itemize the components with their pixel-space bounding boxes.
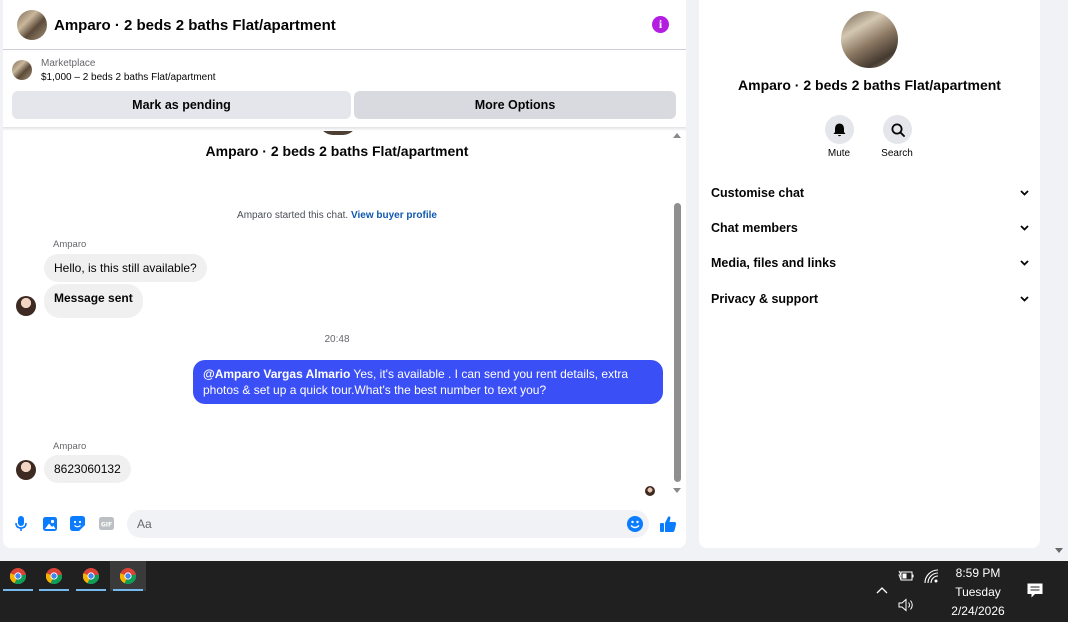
chat-started-text: Amparo started this chat.: [237, 210, 349, 221]
listing-photo[interactable]: [841, 11, 898, 68]
clock-time[interactable]: 8:59 PM: [945, 566, 1011, 580]
chat-info-panel: Amparo · 2 beds 2 baths Flat/apartment M…: [699, 0, 1040, 548]
taskbar-chrome-window[interactable]: [36, 561, 72, 591]
sticker-icon[interactable]: [70, 516, 85, 531]
scroll-down-arrow-icon[interactable]: [673, 488, 681, 493]
chevron-down-icon: [1020, 190, 1029, 196]
battery-charging-icon[interactable]: [898, 570, 914, 582]
chrome-icon: [10, 568, 26, 584]
message-input[interactable]: [127, 510, 649, 538]
chat-title[interactable]: Amparo · 2 beds 2 baths Flat/apartment: [54, 17, 336, 34]
incoming-message[interactable]: 8623060132: [44, 455, 131, 483]
info-icon[interactable]: i: [652, 16, 669, 33]
notification-center-icon[interactable]: [1027, 583, 1043, 598]
message-thread[interactable]: Amparo · 2 beds 2 baths Flat/apartment A…: [3, 131, 686, 506]
section-label: Customise chat: [711, 186, 805, 200]
message-composer: GIF: [3, 506, 686, 544]
section-label: Media, files and links: [711, 256, 837, 270]
outgoing-message[interactable]: @Amparo Vargas Almario Yes, it's availab…: [193, 360, 663, 404]
search-button[interactable]: [883, 115, 912, 144]
wifi-icon[interactable]: [924, 569, 939, 584]
chat-panel: Amparo · 2 beds 2 baths Flat/apartment i…: [3, 0, 686, 548]
chrome-icon: [46, 568, 62, 584]
running-indicator: [3, 589, 33, 591]
section-media-files-links[interactable]: Media, files and links: [711, 252, 1029, 274]
avatar: [319, 131, 357, 135]
mute-label: Mute: [827, 148, 851, 159]
listing-price[interactable]: $1,000 – 2 beds 2 baths Flat/apartment: [41, 72, 216, 83]
microphone-icon[interactable]: [13, 516, 28, 531]
section-label: Chat members: [711, 221, 798, 235]
running-indicator: [113, 589, 143, 591]
scroll-up-arrow-icon[interactable]: [673, 133, 681, 138]
section-chat-members[interactable]: Chat members: [711, 217, 1029, 239]
section-label: Privacy & support: [711, 292, 818, 306]
section-privacy-support[interactable]: Privacy & support: [711, 288, 1029, 310]
thread-title: Amparo · 2 beds 2 baths Flat/apartment: [205, 143, 469, 159]
chrome-icon: [83, 568, 99, 584]
marketplace-thumbnail[interactable]: [12, 60, 32, 80]
mention[interactable]: @Amparo Vargas Almario: [203, 367, 350, 381]
mark-as-pending-button[interactable]: Mark as pending: [12, 91, 351, 119]
taskbar: 8:59 PM Tuesday 2/24/2026: [0, 561, 1068, 622]
clock-date[interactable]: 2/24/2026: [945, 604, 1011, 618]
sender-name: Amparo: [53, 441, 87, 452]
section-customise-chat[interactable]: Customise chat: [711, 182, 1029, 204]
taskbar-chrome-window-active[interactable]: [110, 561, 146, 591]
gif-icon[interactable]: GIF: [99, 516, 114, 531]
chevron-down-icon: [1020, 260, 1029, 266]
chat-started-notice: Amparo started this chat. View buyer pro…: [3, 210, 671, 221]
running-indicator: [39, 589, 69, 591]
clock-day[interactable]: Tuesday: [945, 585, 1011, 599]
scroll-thumb[interactable]: [674, 203, 681, 482]
read-receipt-avatar: [645, 486, 655, 496]
running-indicator: [76, 589, 106, 591]
taskbar-chrome-window[interactable]: [0, 561, 36, 591]
volume-icon[interactable]: [898, 598, 915, 612]
message-timestamp: 20:48: [324, 334, 350, 345]
listing-thumbnail[interactable]: [17, 10, 47, 40]
avatar[interactable]: [16, 460, 36, 480]
chevron-up-icon[interactable]: [875, 585, 889, 595]
bell-icon: [833, 123, 846, 136]
like-icon[interactable]: [659, 515, 677, 533]
sender-name: Amparo: [53, 239, 87, 250]
incoming-message[interactable]: Hello, is this still available?: [44, 254, 207, 282]
chat-header: Amparo · 2 beds 2 baths Flat/apartment i: [3, 0, 686, 50]
mute-button[interactable]: [825, 115, 854, 144]
thread-scrollbar[interactable]: [673, 131, 683, 499]
chrome-icon: [120, 568, 136, 584]
chevron-down-icon: [1020, 225, 1029, 231]
photo-icon[interactable]: [42, 516, 57, 531]
emoji-icon[interactable]: [627, 516, 643, 532]
search-icon: [891, 123, 905, 137]
incoming-message[interactable]: Message sent: [44, 284, 143, 318]
taskbar-chrome-window[interactable]: [73, 561, 109, 591]
search-label: Search: [881, 148, 913, 159]
svg-text:GIF: GIF: [101, 521, 112, 528]
view-buyer-profile-link[interactable]: View buyer profile: [351, 210, 437, 221]
marketplace-label: Marketplace: [41, 58, 96, 69]
marketplace-bar: Marketplace $1,000 – 2 beds 2 baths Flat…: [3, 51, 686, 129]
page-scroll-down-icon[interactable]: [1055, 548, 1063, 553]
avatar[interactable]: [16, 296, 36, 316]
chevron-down-icon: [1020, 296, 1029, 302]
info-title: Amparo · 2 beds 2 baths Flat/apartment: [738, 77, 1001, 93]
more-options-button[interactable]: More Options: [354, 91, 676, 119]
